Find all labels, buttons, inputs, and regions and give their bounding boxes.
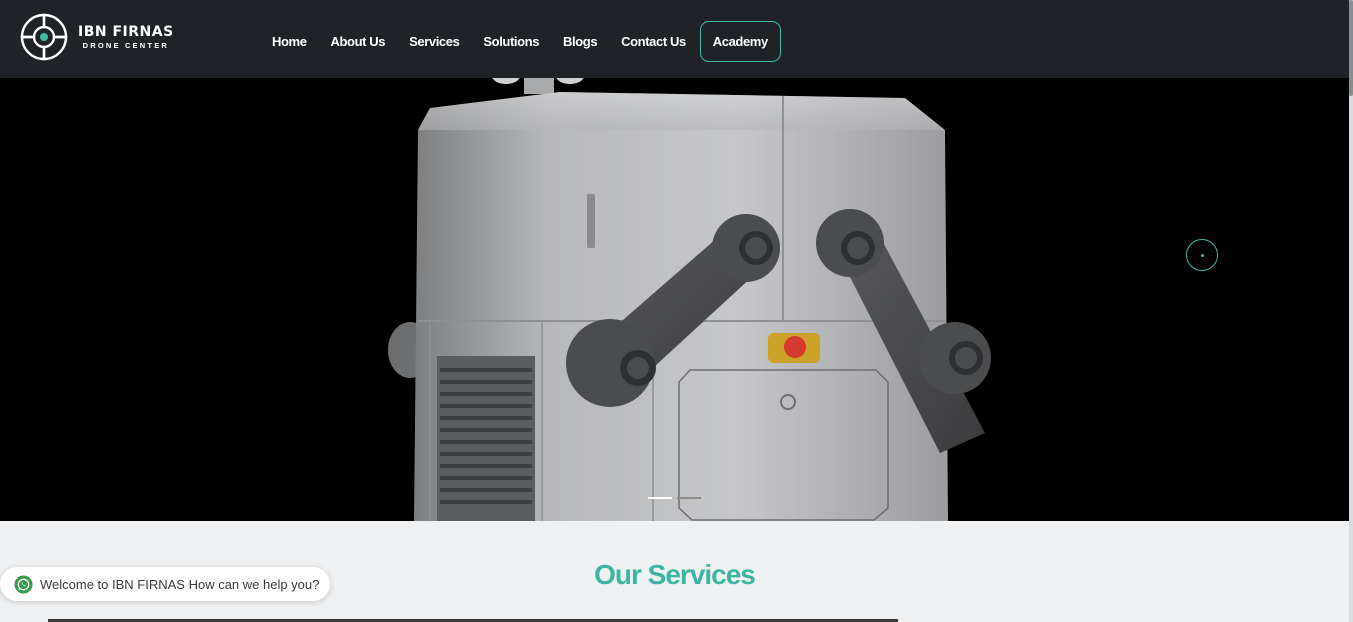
hero-slider [0, 78, 1349, 521]
whatsapp-icon [14, 574, 33, 594]
drone-logo-icon [20, 13, 68, 61]
logo-tagline: DRONE CENTER [82, 40, 170, 50]
logo-name: IBN FIRNAS [78, 23, 174, 40]
cursor-ring-icon [1186, 239, 1218, 271]
nav-about-us[interactable]: About Us [319, 34, 398, 49]
nav-services[interactable]: Services [397, 34, 471, 49]
whatsapp-chat-button[interactable]: Welcome to IBN FIRNAS How can we help yo… [0, 567, 330, 601]
slider-dot-1[interactable] [648, 497, 672, 499]
nav-academy-button[interactable]: Academy [699, 21, 781, 62]
slider-dot-2[interactable] [677, 497, 701, 499]
site-logo[interactable]: IBN FIRNAS DRONE CENTER [16, 9, 176, 65]
site-header: IBN FIRNAS DRONE CENTER Home About Us Se… [0, 0, 1349, 78]
scrollbar-thumb[interactable] [1349, 0, 1353, 96]
page-scrollbar[interactable] [1349, 0, 1353, 622]
drone-dock-image [388, 78, 991, 521]
nav-contact-us[interactable]: Contact Us [609, 34, 698, 49]
nav-blogs[interactable]: Blogs [551, 34, 609, 49]
cursor-dot [1201, 254, 1204, 257]
main-nav: Home About Us Services Solutions Blogs C… [260, 21, 781, 62]
slider-pagination [648, 497, 701, 499]
whatsapp-message: Welcome to IBN FIRNAS How can we help yo… [40, 576, 320, 592]
nav-home[interactable]: Home [260, 34, 319, 49]
nav-solutions[interactable]: Solutions [471, 34, 551, 49]
